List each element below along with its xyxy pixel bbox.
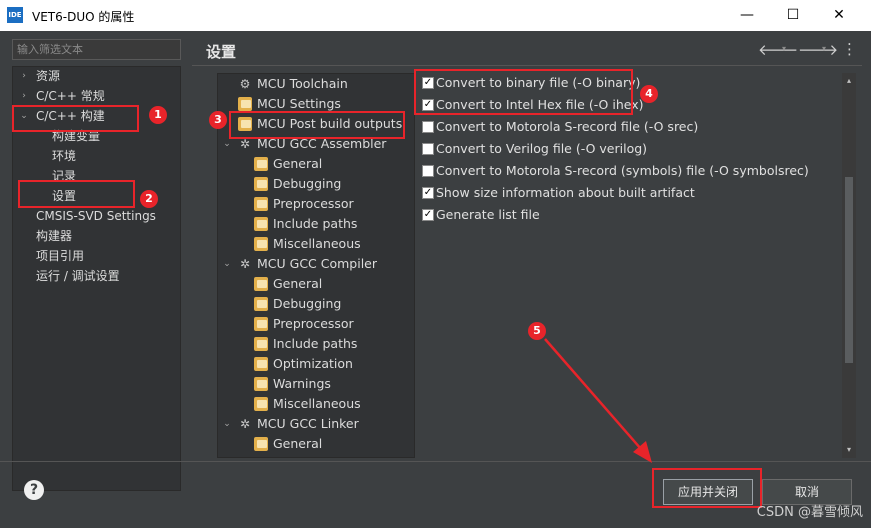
folder-icon	[254, 157, 268, 171]
tree-item-cc-preprocessor[interactable]: Preprocessor	[273, 314, 354, 334]
folder-icon	[254, 317, 268, 331]
tree-item-ld-general[interactable]: General	[273, 434, 322, 454]
gear-icon: ✲	[239, 417, 251, 431]
window-title: VET6-DUO 的属性	[32, 10, 135, 24]
checkbox[interactable]	[422, 121, 434, 133]
title-bar: IDE VET6-DUO 的属性 — ☐ ✕	[0, 0, 871, 31]
annotation-badge-5: 5	[528, 322, 546, 340]
option-label: Generate list file	[436, 207, 540, 222]
option-label: Convert to Motorola S-record (symbols) f…	[436, 163, 809, 178]
toolchain-icon: ⚙	[239, 77, 251, 91]
checkbox[interactable]: ✓	[422, 209, 434, 221]
gear-icon: ✲	[239, 257, 251, 271]
chevron-right-icon[interactable]: ›	[19, 86, 29, 106]
folder-icon	[254, 197, 268, 211]
chevron-down-icon[interactable]: ▾	[822, 44, 826, 53]
maximize-button[interactable]: ☐	[770, 0, 816, 31]
nav-item-cmsis-svd[interactable]: CMSIS-SVD Settings	[36, 206, 156, 226]
tree-item-cc-debugging[interactable]: Debugging	[273, 294, 341, 314]
nav-item-resource[interactable]: 资源	[36, 66, 60, 86]
app-icon: IDE	[7, 7, 23, 23]
post-build-options-pane: ✓ Convert to binary file (-O binary) ✓ C…	[416, 73, 846, 458]
nav-item-builders[interactable]: 构建器	[36, 226, 72, 246]
dialog-body: 输入筛选文本 › 资源 › C/C++ 常规 ⌄ C/C++ 构建 构建变量 环…	[0, 31, 871, 528]
folder-icon	[254, 277, 268, 291]
annotation-box-2	[18, 180, 135, 208]
chevron-right-icon[interactable]: ›	[19, 66, 29, 86]
folder-icon	[254, 377, 268, 391]
folder-icon	[254, 437, 268, 451]
chevron-down-icon[interactable]: ⌄	[222, 254, 232, 274]
checkbox[interactable]	[422, 165, 434, 177]
folder-icon	[254, 337, 268, 351]
page-title: 设置	[206, 43, 237, 61]
forward-arrow-icon[interactable]: 🡒	[798, 40, 838, 59]
tree-item-asm-general[interactable]: General	[273, 154, 322, 174]
annotation-box-1	[12, 105, 139, 132]
close-button[interactable]: ✕	[816, 0, 862, 31]
folder-icon	[254, 177, 268, 191]
folder-icon	[254, 397, 268, 411]
tree-item-cc-warnings[interactable]: Warnings	[273, 374, 331, 394]
tree-item-asm-preprocessor[interactable]: Preprocessor	[273, 194, 354, 214]
nav-item-run-debug-settings[interactable]: 运行 / 调试设置	[36, 266, 120, 286]
divider	[0, 461, 871, 462]
tree-item-asm-miscellaneous[interactable]: Miscellaneous	[273, 234, 361, 254]
checkbox[interactable]: ✓	[422, 187, 434, 199]
help-icon[interactable]: ?	[24, 480, 44, 500]
tree-item-mcu-toolchain[interactable]: MCU Toolchain	[257, 74, 348, 94]
option-label: Show size information about built artifa…	[436, 185, 695, 200]
watermark: CSDN @暮雪倾风	[756, 505, 863, 520]
view-menu-icon[interactable]: ⋮	[842, 40, 857, 58]
chevron-down-icon[interactable]: ⌄	[222, 414, 232, 434]
annotation-box-4	[414, 69, 633, 115]
tree-item-asm-include-paths[interactable]: Include paths	[273, 214, 357, 234]
gear-icon: ✲	[239, 137, 251, 151]
checkbox[interactable]	[422, 143, 434, 155]
nav-item-environment[interactable]: 环境	[52, 146, 76, 166]
annotation-badge-1: 1	[149, 106, 167, 124]
annotation-box-5	[652, 468, 762, 508]
tree-item-mcu-gcc-compiler[interactable]: MCU GCC Compiler	[257, 254, 377, 274]
folder-icon	[254, 217, 268, 231]
tree-item-mcu-gcc-linker[interactable]: MCU GCC Linker	[257, 414, 359, 434]
annotation-box-3	[229, 111, 405, 139]
back-arrow-icon[interactable]: 🡐	[758, 40, 798, 59]
folder-icon	[254, 297, 268, 311]
scroll-down-icon[interactable]: ▾	[842, 444, 856, 456]
folder-icon	[254, 237, 268, 251]
tree-item-asm-debugging[interactable]: Debugging	[273, 174, 341, 194]
folder-icon	[254, 357, 268, 371]
scroll-up-icon[interactable]: ▴	[842, 75, 856, 87]
option-label: Convert to Motorola S-record file (-O sr…	[436, 119, 699, 134]
option-label: Convert to Verilog file (-O verilog)	[436, 141, 648, 156]
minimize-button[interactable]: —	[724, 0, 770, 31]
annotation-badge-3: 3	[209, 111, 227, 129]
divider	[192, 65, 862, 66]
chevron-down-icon[interactable]: ▾	[782, 44, 786, 53]
vertical-scrollbar[interactable]: ▴ ▾	[842, 73, 856, 458]
annotation-badge-2: 2	[140, 190, 158, 208]
tree-item-cc-include-paths[interactable]: Include paths	[273, 334, 357, 354]
folder-icon	[238, 97, 252, 111]
tree-item-cc-miscellaneous[interactable]: Miscellaneous	[273, 394, 361, 414]
tree-item-cc-general[interactable]: General	[273, 274, 322, 294]
nav-item-cpp-general[interactable]: C/C++ 常规	[36, 86, 105, 106]
tree-item-cc-optimization[interactable]: Optimization	[273, 354, 353, 374]
scrollbar-thumb[interactable]	[845, 177, 853, 363]
nav-item-project-references[interactable]: 项目引用	[36, 246, 84, 266]
annotation-badge-4: 4	[640, 85, 658, 103]
filter-input[interactable]: 输入筛选文本	[12, 39, 181, 60]
